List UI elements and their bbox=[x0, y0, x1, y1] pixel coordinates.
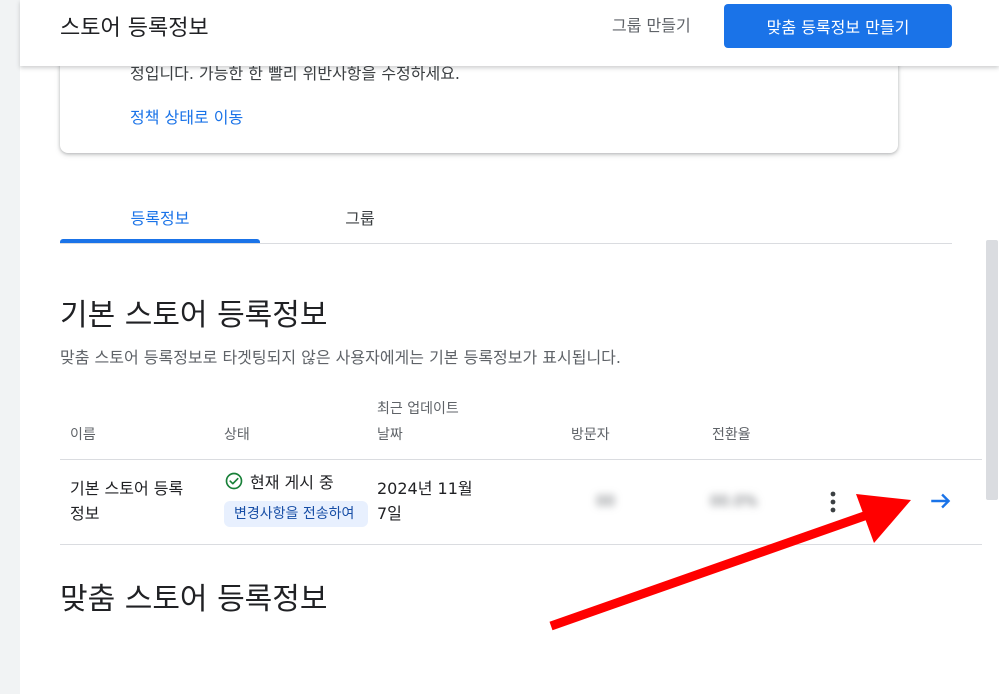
tab-listings-label: 등록정보 bbox=[130, 208, 190, 228]
custom-listing-heading: 맞춤 스토어 등록정보 bbox=[60, 582, 328, 617]
column-header-updated-line1: 최근 업데이트 bbox=[377, 401, 459, 417]
default-listing-heading: 기본 스토어 등록정보 bbox=[60, 298, 328, 333]
tab-groups-label: 그룹 bbox=[345, 208, 375, 228]
tab-groups[interactable]: 그룹 bbox=[260, 190, 460, 243]
default-listing-description: 맞춤 스토어 등록정보로 타겟팅되지 않은 사용자에게는 기본 등록정보가 표시… bbox=[60, 348, 621, 367]
row-conversion-value: 00.0% bbox=[710, 492, 758, 510]
status-live-label: 현재 게시 중 bbox=[250, 473, 334, 492]
page: 스토어 등록정보 그룹 만들기 맞춤 등록정보 만들기 정입니다. 가능한 한 … bbox=[20, 0, 999, 694]
page-title: 스토어 등록정보 bbox=[60, 16, 209, 41]
create-custom-listing-button[interactable]: 맞춤 등록정보 만들기 bbox=[724, 4, 952, 48]
row-status: 현재 게시 중 변경사항을 전송하여 bbox=[224, 469, 368, 527]
status-live: 현재 게시 중 bbox=[224, 469, 368, 493]
top-app-bar: 스토어 등록정보 그룹 만들기 맞춤 등록정보 만들기 bbox=[20, 0, 999, 66]
column-header-status: 상태 bbox=[224, 427, 250, 443]
table-header-divider bbox=[60, 459, 982, 460]
row-visitors-value: 00 bbox=[596, 492, 616, 510]
table-row-divider bbox=[60, 544, 982, 545]
column-header-name: 이름 bbox=[70, 427, 96, 443]
row-listing-name: 기본 스토어 등록 정보 bbox=[70, 476, 183, 526]
create-group-button[interactable]: 그룹 만들기 bbox=[612, 12, 691, 36]
pending-changes-chip: 변경사항을 전송하여 bbox=[224, 501, 368, 527]
row-updated-date-line2: 7일 bbox=[377, 504, 402, 523]
column-header-conversion: 전환율 bbox=[712, 427, 751, 443]
row-updated-date: 2024년 11월 7일 bbox=[377, 476, 473, 526]
check-circle-icon bbox=[225, 472, 243, 490]
policy-status-link[interactable]: 정책 상태로 이동 bbox=[130, 104, 243, 128]
tab-bar: 등록정보 그룹 bbox=[60, 190, 952, 244]
tab-listings[interactable]: 등록정보 bbox=[60, 190, 260, 243]
more-vert-icon[interactable] bbox=[824, 488, 842, 516]
column-header-visitors: 방문자 bbox=[571, 427, 610, 443]
column-header-updated-line2: 날짜 bbox=[377, 427, 403, 443]
row-listing-name-line2: 정보 bbox=[70, 504, 100, 523]
column-header-updated: 최근 업데이트 날짜 bbox=[377, 396, 459, 448]
arrow-forward-icon[interactable] bbox=[928, 488, 954, 514]
row-listing-name-line1: 기본 스토어 등록 bbox=[70, 479, 184, 498]
scrollbar-thumb[interactable] bbox=[986, 240, 998, 500]
row-updated-date-line1: 2024년 11월 bbox=[377, 479, 473, 498]
